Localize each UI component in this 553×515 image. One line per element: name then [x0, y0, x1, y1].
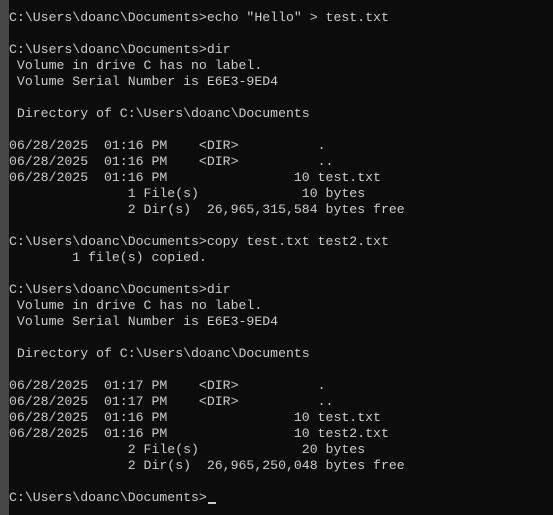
- text-cursor: [207, 502, 216, 504]
- console-line: Volume Serial Number is E6E3-9ED4: [9, 74, 279, 89]
- console-line: 06/28/2025 01:16 PM 10 test.txt: [9, 170, 381, 185]
- console-line: Directory of C:\Users\doanc\Documents: [9, 106, 310, 121]
- console-line: 2 Dir(s) 26,965,315,584 bytes free: [9, 202, 405, 217]
- console-line: Directory of C:\Users\doanc\Documents: [9, 346, 310, 361]
- console-line: Volume in drive C has no label.: [9, 298, 263, 313]
- console-line: 2 Dir(s) 26,965,250,048 bytes free: [9, 458, 405, 473]
- console-line: C:\Users\doanc\Documents>copy test.txt t…: [9, 234, 389, 249]
- console-line: Volume in drive C has no label.: [9, 58, 263, 73]
- console-line: 06/28/2025 01:16 PM <DIR> ..: [9, 154, 334, 169]
- command-input-line[interactable]: C:\Users\doanc\Documents>: [9, 490, 553, 506]
- console-line: 06/28/2025 01:16 PM 10 test2.txt: [9, 426, 389, 441]
- console-line: 06/28/2025 01:17 PM <DIR> .: [9, 378, 326, 393]
- console-line: Volume Serial Number is E6E3-9ED4: [9, 314, 279, 329]
- console-line: 06/28/2025 01:16 PM <DIR> .: [9, 138, 326, 153]
- console-line: 06/28/2025 01:16 PM 10 test.txt: [9, 410, 381, 425]
- window-edge: [0, 0, 9, 515]
- console-line: 1 File(s) 10 bytes: [9, 186, 366, 201]
- console-line: C:\Users\doanc\Documents>echo "Hello" > …: [9, 10, 389, 25]
- command-prompt: C:\Users\doanc\Documents>: [9, 490, 207, 505]
- console-line: C:\Users\doanc\Documents>dir: [9, 282, 231, 297]
- console-line: C:\Users\doanc\Documents>dir: [9, 42, 231, 57]
- console-line: 2 File(s) 20 bytes: [9, 442, 366, 457]
- console-output: C:\Users\doanc\Documents>echo "Hello" > …: [9, 10, 553, 506]
- console-line: 1 file(s) copied.: [9, 250, 207, 265]
- terminal-window[interactable]: C:\Users\doanc\Documents>echo "Hello" > …: [0, 0, 553, 515]
- console-line: 06/28/2025 01:17 PM <DIR> ..: [9, 394, 334, 409]
